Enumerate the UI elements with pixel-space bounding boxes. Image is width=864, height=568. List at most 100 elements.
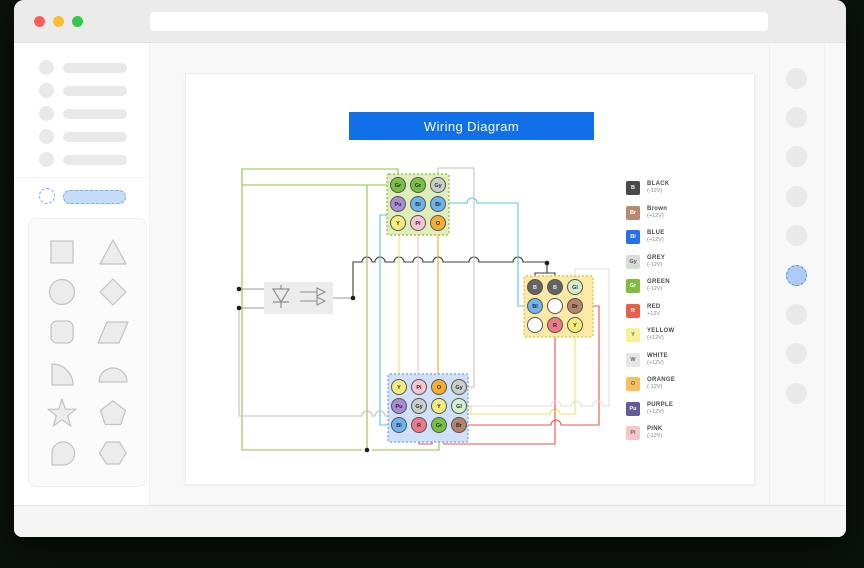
pin-label: O	[437, 385, 442, 391]
junction-dot	[365, 448, 370, 453]
toolbar-field[interactable]	[150, 12, 768, 31]
quarter-circle-shape-icon	[44, 355, 80, 391]
rail-item[interactable]	[786, 107, 807, 128]
sidebar-skeleton-row	[14, 129, 150, 145]
legend-voltage: (-12V)	[647, 434, 663, 440]
legend-entry-black[interactable]: B BLACK (-12V)	[626, 181, 670, 197]
rail-item[interactable]	[786, 304, 807, 325]
diamond-shape-icon	[95, 274, 131, 310]
legend-swatch: B	[626, 181, 640, 195]
pin-label: Br	[572, 304, 579, 310]
shape-square[interactable]	[43, 233, 81, 271]
skeleton-label	[63, 63, 127, 73]
legend-color-name: ORANGE	[647, 377, 675, 383]
pin-label: Gr	[415, 183, 422, 189]
pin-label: Gr	[395, 183, 402, 189]
sidebar-selected-item[interactable]	[14, 188, 150, 206]
pin-label: Gy	[455, 385, 463, 391]
skeleton-avatar	[39, 60, 54, 75]
legend-swatch: O	[626, 377, 640, 391]
shape-pentagon[interactable]	[94, 394, 132, 432]
shape-quarter-circle[interactable]	[43, 354, 81, 392]
legend-entry-blue[interactable]: BlBLUE(+12V)	[626, 230, 665, 246]
shape-hexagon[interactable]	[94, 434, 132, 472]
skeleton-label	[63, 86, 127, 96]
triangle-shape-icon	[95, 234, 131, 270]
legend-text: YELLOW(+12V)	[647, 328, 674, 344]
pin-label: Gl	[572, 285, 578, 291]
legend-swatch: Gr	[626, 279, 640, 293]
shape-rounded-square[interactable]	[43, 313, 81, 351]
pin-w	[528, 318, 543, 333]
legend-color-name: RED	[647, 304, 661, 310]
semicircle-shape-icon	[95, 355, 131, 391]
legend-text: RED+12V	[647, 304, 661, 320]
legend-entry-yellow[interactable]: YYELLOW(+12V)	[626, 328, 674, 344]
legend-text: BLACK (-12V)	[647, 181, 670, 197]
legend-text: GREEN(-12V)	[647, 279, 670, 295]
pin-label: Y	[573, 323, 577, 329]
pin-label: Pi	[415, 221, 421, 227]
shape-triangle[interactable]	[94, 233, 132, 271]
legend-color-name: WHITE	[647, 353, 668, 359]
shape-circle[interactable]	[43, 273, 81, 311]
zoom-button[interactable]	[72, 16, 83, 27]
pin-label: R	[553, 323, 557, 329]
shape-semicircle[interactable]	[94, 354, 132, 392]
pentagon-shape-icon	[95, 395, 131, 431]
rail-item[interactable]	[786, 186, 807, 207]
legend-entry-green[interactable]: Gr GREEN(-12V)	[626, 279, 670, 295]
shapes-palette	[28, 218, 147, 487]
app-window: Wiring Diagram GrGrGyPuBlBlYPiOBBGlBlBrR…	[14, 0, 846, 537]
rail-item[interactable]	[786, 225, 807, 246]
rail-item[interactable]	[786, 68, 807, 89]
pin-w	[548, 299, 563, 314]
shape-parallelogram[interactable]	[94, 313, 132, 351]
close-button[interactable]	[34, 16, 45, 27]
optocoupler-icon[interactable]	[264, 282, 333, 314]
legend-color-name: BLACK	[647, 181, 670, 187]
right-panel-divider-2	[824, 43, 825, 505]
legend-color-name: GREY	[647, 255, 665, 261]
pin-label: O	[436, 221, 441, 227]
legend-entry-purple[interactable]: PuPURPLE(+12V)	[626, 402, 673, 418]
pin-label: Gy	[415, 404, 423, 410]
legend-entry-brown[interactable]: BrBrown(+12V)	[626, 206, 667, 222]
circle-shape-icon	[44, 274, 80, 310]
legend-color-name: BLUE	[647, 230, 665, 236]
connector-right[interactable]: BBGlBlBrRY	[524, 276, 593, 337]
pin-label: Bl	[396, 423, 402, 429]
teardrop-shape-icon	[44, 435, 80, 471]
shape-star[interactable]	[43, 394, 81, 432]
legend-swatch: Pu	[626, 402, 640, 416]
parallelogram-shape-icon	[95, 314, 131, 350]
connector-top[interactable]: GrGrGyPuBlBlYPiO	[387, 174, 449, 235]
legend-color-name: YELLOW	[647, 328, 674, 334]
minimize-button[interactable]	[53, 16, 64, 27]
legend-swatch: W	[626, 353, 640, 367]
legend-entry-orange[interactable]: O ORANGE(-12V)	[626, 377, 675, 393]
skeleton-avatar	[39, 152, 54, 167]
legend-voltage: (+12V)	[647, 410, 673, 416]
pin-label: Y	[397, 385, 401, 391]
skeleton-label	[63, 109, 127, 119]
rail-item-active[interactable]	[786, 265, 807, 286]
sidebar-skeleton-row	[14, 60, 150, 76]
rail-item[interactable]	[786, 383, 807, 404]
legend-entry-grey[interactable]: GyGREY(-12V)	[626, 255, 665, 271]
legend-entry-pink[interactable]: PiPINK(-12V)	[626, 426, 663, 442]
connector-bottom[interactable]: YPiOGyPuGyYGlBlRGrBr	[388, 374, 468, 442]
square-shape-icon	[44, 234, 80, 270]
pin-label: Gl	[456, 404, 462, 410]
shape-teardrop[interactable]	[43, 434, 81, 472]
rounded-square-shape-icon	[44, 314, 80, 350]
legend-voltage: (-12V)	[647, 263, 665, 269]
shape-diamond[interactable]	[94, 273, 132, 311]
legend-voltage: (-12V)	[647, 189, 670, 195]
legend-text: ORANGE(-12V)	[647, 377, 675, 393]
legend-entry-red[interactable]: RRED+12V	[626, 304, 661, 320]
junction-dot	[351, 296, 356, 301]
legend-entry-white[interactable]: WWHITE(+12V)	[626, 353, 668, 369]
pin-label: Y	[437, 404, 441, 410]
skeleton-label	[63, 132, 127, 142]
